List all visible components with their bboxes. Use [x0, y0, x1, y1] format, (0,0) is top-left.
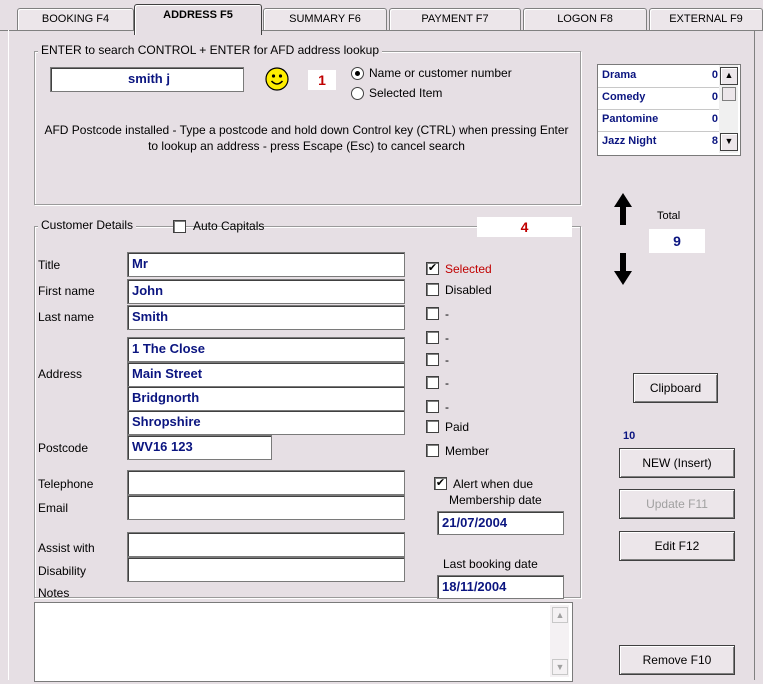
assist-with-label: Assist with: [38, 541, 95, 555]
new-insert-button[interactable]: NEW (Insert): [619, 448, 735, 478]
member-checkbox[interactable]: [426, 444, 439, 457]
disabled-label: Disabled: [445, 283, 492, 297]
flag-checkbox[interactable]: [426, 353, 439, 366]
title-label: Title: [38, 258, 61, 272]
flag-label: -: [445, 307, 449, 321]
flag-checkbox[interactable]: [426, 376, 439, 389]
tab-logon[interactable]: LOGON F8: [523, 8, 647, 31]
search-result-count: 1: [308, 70, 336, 90]
paid-checkbox[interactable]: [426, 420, 439, 433]
remove-button[interactable]: Remove F10: [619, 645, 735, 675]
disabled-checkbox[interactable]: [426, 283, 439, 296]
scroll-down-icon[interactable]: ▼: [552, 659, 568, 675]
radio-selected-label: Selected Item: [369, 86, 443, 100]
total-label: Total: [657, 210, 681, 222]
flag-checkbox[interactable]: [426, 307, 439, 320]
paid-label: Paid: [445, 420, 470, 434]
disability-field[interactable]: [127, 557, 405, 582]
category-scrollbar[interactable]: ▲ ▼: [719, 65, 738, 153]
flag-label: -: [445, 376, 449, 390]
telephone-field[interactable]: [127, 470, 405, 495]
disability-label: Disability: [38, 564, 87, 578]
edit-button[interactable]: Edit F12: [619, 531, 735, 561]
notes-scrollbar[interactable]: ▲ ▼: [550, 605, 569, 677]
selected-label: Selected: [445, 262, 492, 276]
flag-checkbox[interactable]: [426, 400, 439, 413]
afd-info-text: AFD Postcode installed - Type a postcode…: [44, 123, 569, 153]
postcode-field[interactable]: WV16 123: [127, 435, 272, 460]
list-item[interactable]: Jazz Night 8: [598, 131, 721, 153]
tab-summary[interactable]: SUMMARY F6: [263, 8, 387, 31]
last-booking-date-field[interactable]: 18/11/2004: [437, 575, 564, 599]
customer-details-legend: Customer Details: [38, 218, 137, 232]
first-name-field[interactable]: John: [127, 279, 405, 304]
title-field[interactable]: Mr: [127, 252, 405, 277]
search-input[interactable]: smith j: [50, 67, 244, 92]
radio-name-or-number[interactable]: [351, 67, 364, 80]
list-item[interactable]: Drama 0: [598, 65, 721, 88]
update-button[interactable]: Update F11: [619, 489, 735, 519]
membership-date-label: Membership date: [449, 493, 542, 507]
auto-capitals-label: Auto Capitals: [193, 219, 265, 233]
tab-booking[interactable]: BOOKING F4: [17, 8, 134, 31]
tab-bar: BOOKING F4 ADDRESS F5 SUMMARY F6 PAYMENT…: [0, 0, 763, 35]
last-name-label: Last name: [38, 310, 95, 324]
auto-capitals-checkbox[interactable]: [173, 220, 186, 233]
telephone-label: Telephone: [38, 477, 94, 491]
assist-with-field[interactable]: [127, 532, 405, 557]
list-item[interactable]: Pantomine 0: [598, 109, 721, 132]
tab-external[interactable]: EXTERNAL F9: [649, 8, 763, 31]
email-field[interactable]: [127, 495, 405, 520]
postcode-label: Postcode: [38, 441, 89, 455]
search-legend: ENTER to search CONTROL + ENTER for AFD …: [38, 43, 382, 57]
scroll-thumb[interactable]: [722, 87, 736, 101]
radio-selected-item[interactable]: [351, 87, 364, 100]
scroll-up-icon[interactable]: ▲: [720, 67, 738, 85]
button-count-badge: 10: [623, 430, 636, 442]
list-item[interactable]: Comedy 0: [598, 87, 721, 110]
tab-address[interactable]: ADDRESS F5: [134, 4, 262, 35]
membership-date-field[interactable]: 21/07/2004: [437, 511, 564, 535]
notes-field[interactable]: ▲ ▼: [34, 602, 573, 682]
address-line1-field[interactable]: 1 The Close: [127, 337, 405, 362]
alert-when-due-checkbox[interactable]: ✔: [434, 477, 447, 490]
total-value: 9: [649, 229, 705, 253]
alert-when-due-label: Alert when due: [453, 477, 534, 491]
scroll-down-icon[interactable]: ▼: [720, 133, 738, 151]
radio-name-label: Name or customer number: [369, 66, 512, 80]
first-name-label: First name: [38, 284, 95, 298]
flag-label: -: [445, 331, 449, 345]
up-down-arrows-icon: [611, 193, 635, 285]
address-line3-field[interactable]: Bridgnorth: [127, 386, 405, 411]
tab-payment[interactable]: PAYMENT F7: [389, 8, 521, 31]
last-name-field[interactable]: Smith: [127, 305, 405, 330]
flag-label: -: [445, 400, 449, 414]
email-label: Email: [38, 501, 69, 515]
scroll-up-icon[interactable]: ▲: [552, 607, 568, 623]
member-label: Member: [445, 444, 490, 458]
record-counter: 4: [477, 217, 572, 237]
flag-label: -: [445, 353, 449, 367]
address-line4-field[interactable]: Shropshire: [127, 410, 405, 435]
flag-checkbox[interactable]: [426, 331, 439, 344]
selected-checkbox[interactable]: ✔: [426, 262, 439, 275]
clipboard-button[interactable]: Clipboard: [633, 373, 718, 403]
last-booking-date-label: Last booking date: [443, 557, 538, 571]
notes-label: Notes: [38, 586, 70, 600]
address-label: Address: [38, 367, 83, 381]
address-line2-field[interactable]: Main Street: [127, 362, 405, 387]
smiley-icon: [265, 67, 289, 91]
